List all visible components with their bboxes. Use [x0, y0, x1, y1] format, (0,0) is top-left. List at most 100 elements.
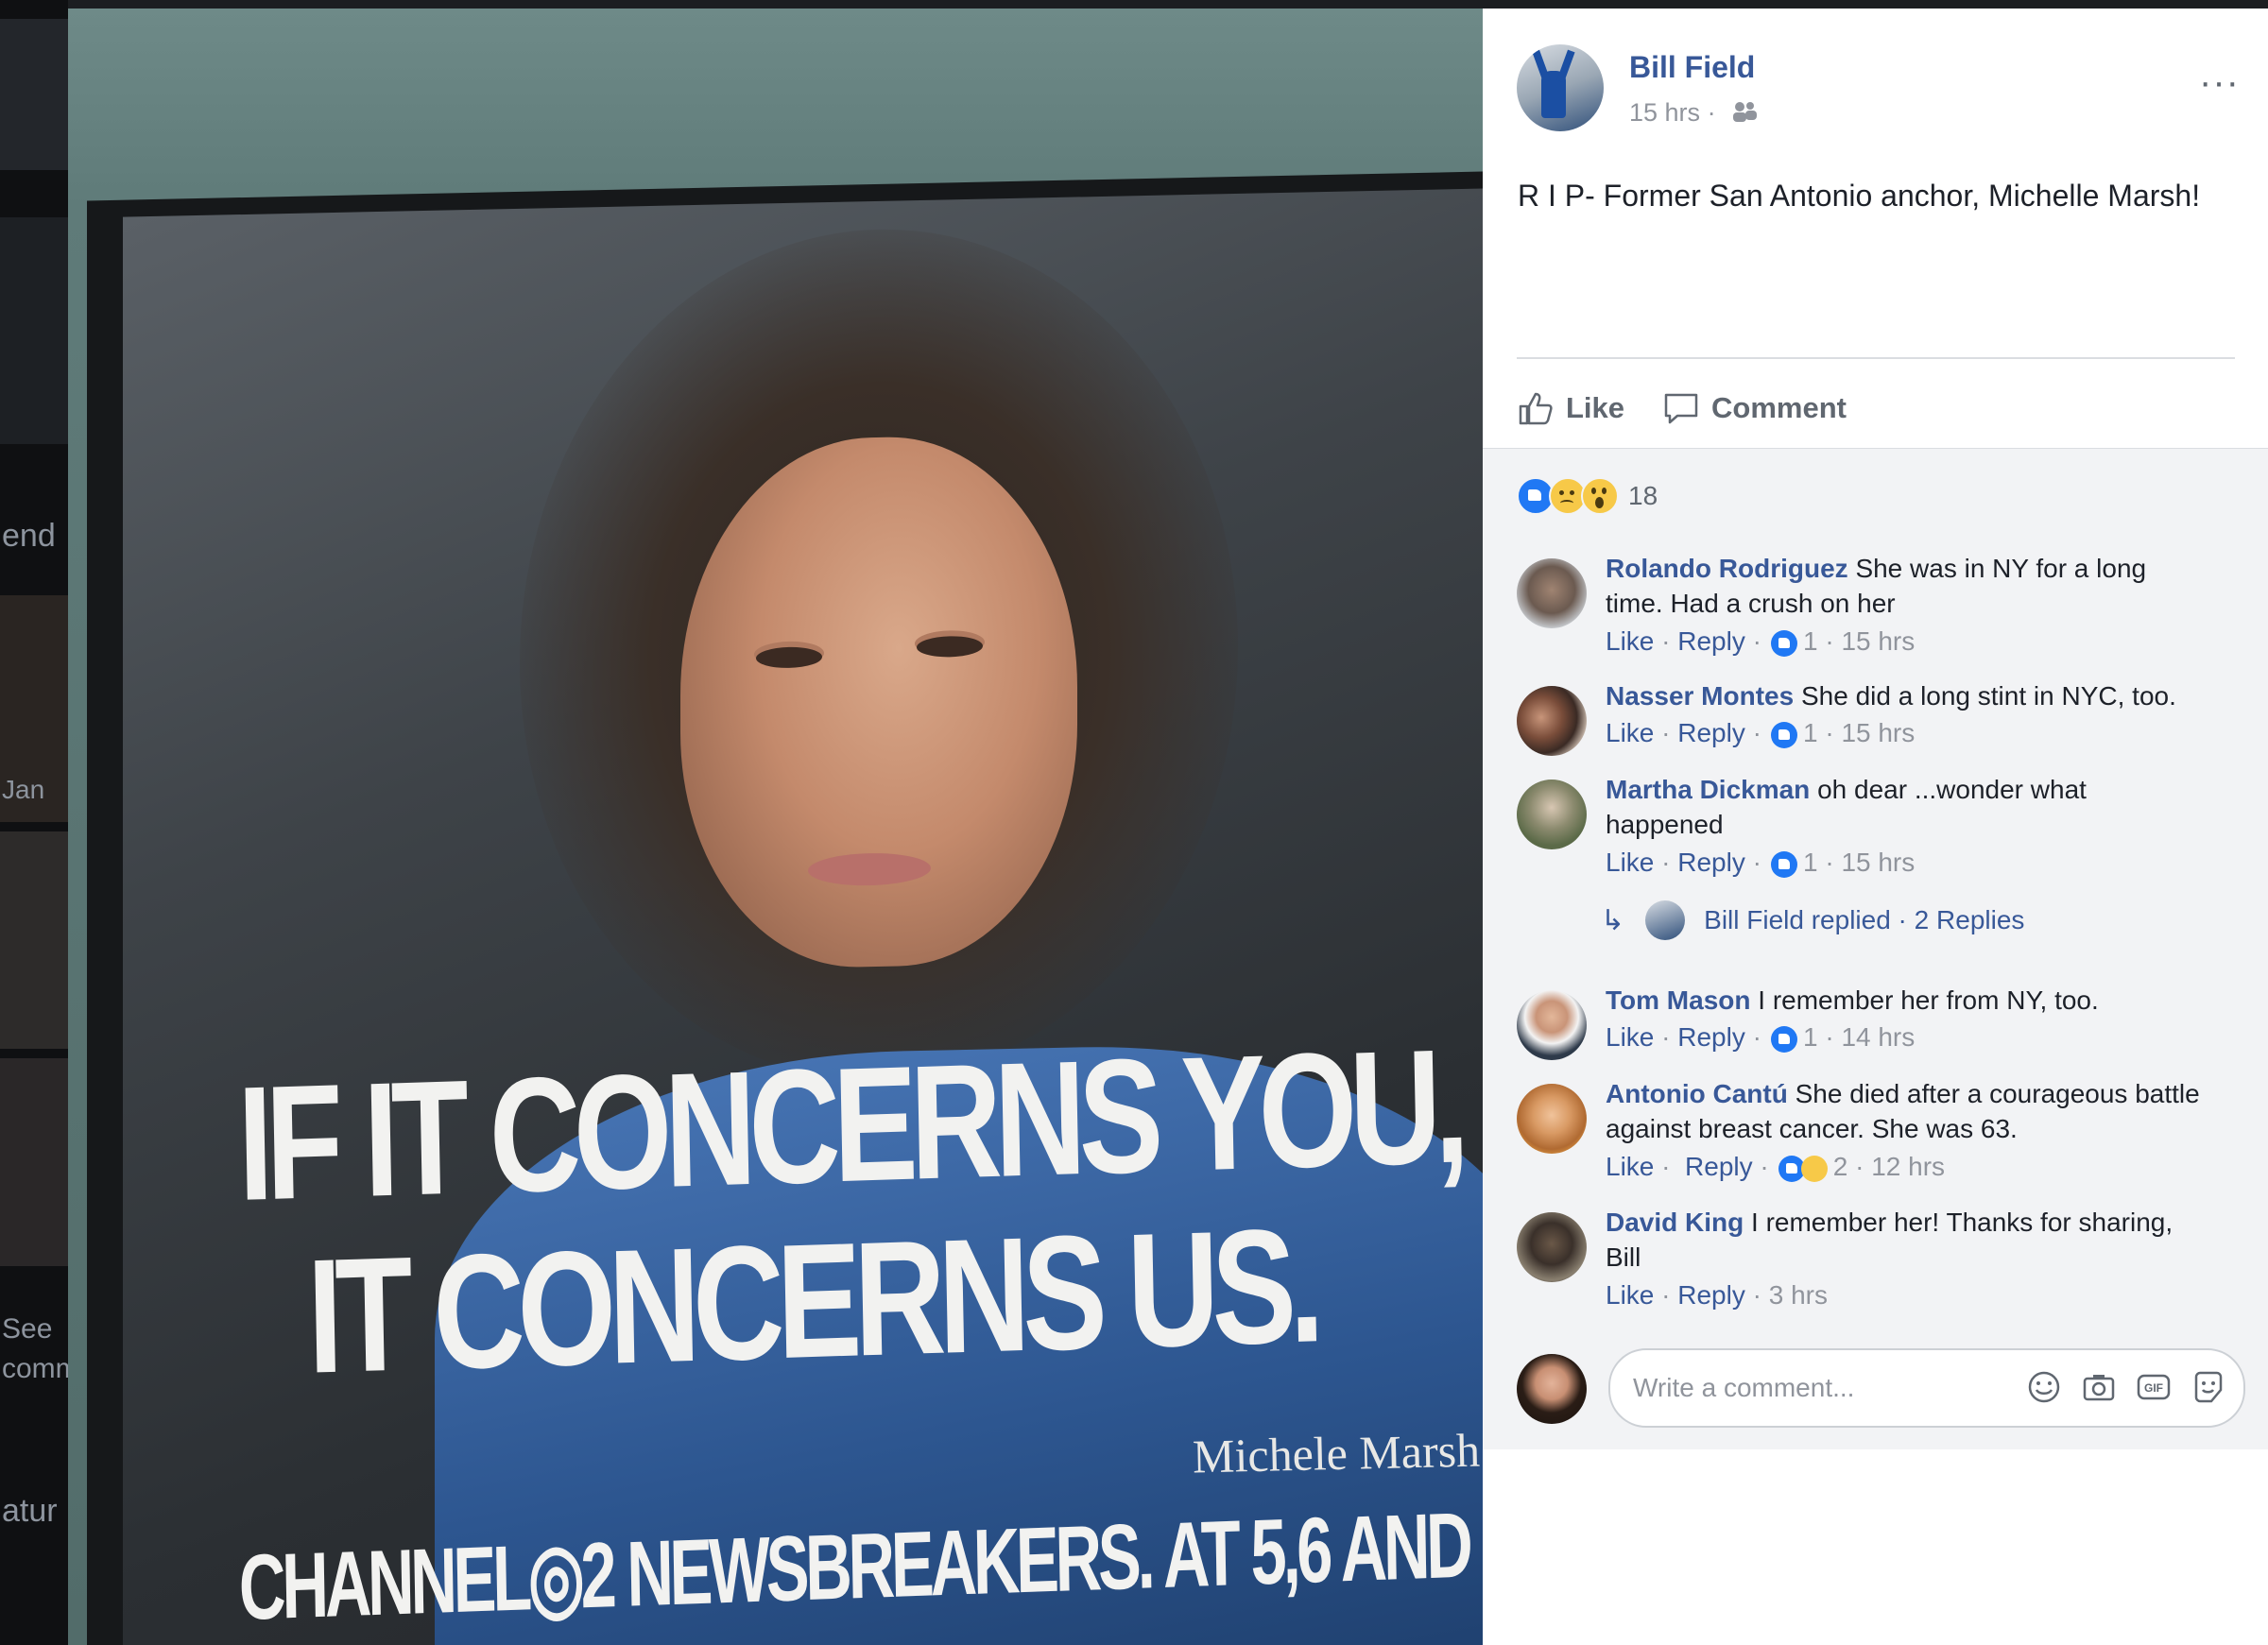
background-page-strip: end Jan See comm atur — [0, 0, 68, 1645]
comment-time[interactable]: 3 hrs — [1769, 1280, 1828, 1311]
post-header: Bill Field 15 hrs · ··· R I P- Former Sa… — [1483, 9, 2268, 448]
background-text-fragment: Jan — [2, 775, 45, 804]
background-text-fragment: comm — [2, 1353, 68, 1384]
comment-body: Tom Mason I remember her from NY, too. — [1606, 983, 2210, 1018]
comment-like-link[interactable]: Like — [1606, 1152, 1654, 1182]
friends-audience-icon[interactable] — [1730, 99, 1759, 124]
background-tile — [0, 1058, 68, 1266]
comment-time[interactable]: 15 hrs — [1841, 626, 1915, 657]
comment-reply-link[interactable]: Reply — [1677, 1280, 1745, 1311]
comment-actions: Like · Reply · 3 hrs — [1606, 1280, 1828, 1311]
background-tile — [0, 19, 68, 170]
comment-time[interactable]: 12 hrs — [1871, 1152, 1945, 1182]
comment-like-count[interactable]: 2 — [1833, 1152, 1848, 1182]
commenter-avatar[interactable] — [1517, 780, 1587, 849]
background-text-fragment: atur — [2, 1493, 58, 1529]
comment-input-box[interactable]: GIF — [1608, 1348, 2245, 1428]
comment-actions: Like · Reply · 1 · 15 hrs — [1606, 718, 1916, 748]
view-replies-link[interactable]: ↳ Bill Field replied · 2 Replies — [1601, 900, 2024, 940]
like-badge-icon — [1770, 630, 1797, 657]
poster-signature: Michele Marsh — [1192, 1423, 1481, 1483]
background-text-fragment: end — [2, 518, 56, 554]
comment-time[interactable]: 15 hrs — [1841, 848, 1915, 878]
comment-body: Antonio Cantú She died after a courageou… — [1606, 1076, 2210, 1146]
comment-actions: Like · Reply · 1 · 14 hrs — [1606, 1022, 1916, 1053]
post-photo[interactable]: IF IT CONCERNS YOU, IT CONCERNS US. Mich… — [68, 9, 1483, 1645]
sticker-icon[interactable] — [2191, 1369, 2226, 1405]
emoji-icon[interactable] — [2026, 1369, 2062, 1405]
more-options-button[interactable]: ··· — [2199, 63, 2240, 101]
commenter-name-link[interactable]: Tom Mason — [1606, 985, 1750, 1015]
comment-body: Rolando Rodriguez She was in NY for a lo… — [1606, 551, 2210, 621]
panel-blank-area — [1483, 1449, 2268, 1645]
background-tile — [0, 831, 68, 1049]
avatar-arm — [1556, 49, 1575, 83]
comment-text: I remember her from NY, too. — [1758, 985, 2099, 1015]
thumbs-up-icon — [1519, 392, 1553, 425]
current-user-avatar — [1517, 1354, 1587, 1424]
comment-time[interactable]: 15 hrs — [1841, 718, 1915, 748]
comment-like-count[interactable]: 1 — [1803, 848, 1818, 878]
camera-icon[interactable] — [2081, 1369, 2117, 1405]
comment-like-link[interactable]: Like — [1606, 848, 1654, 878]
comment-body: Martha Dickman oh dear ...wonder what ha… — [1606, 772, 2135, 842]
comment-time[interactable]: 14 hrs — [1841, 1022, 1915, 1053]
comment-button[interactable]: Comment — [1662, 385, 1847, 432]
author-name-link[interactable]: Bill Field — [1629, 50, 1755, 85]
comment-reply-link[interactable]: Reply — [1685, 1152, 1753, 1182]
comment-like-link[interactable]: Like — [1606, 718, 1654, 748]
wow-reaction-icon — [1581, 477, 1619, 515]
like-badge-icon — [1770, 1026, 1797, 1053]
comment-actions: Like · Reply · 1 · 15 hrs — [1606, 848, 1916, 878]
commenter-name-link[interactable]: David King — [1606, 1208, 1744, 1237]
comment-like-link[interactable]: Like — [1606, 1022, 1654, 1053]
comment-like-count[interactable]: 1 — [1803, 718, 1818, 748]
reply-count: 2 Replies — [1914, 905, 2025, 934]
poster-face — [680, 433, 1077, 971]
comment-reply-link[interactable]: Reply — [1677, 1022, 1745, 1053]
commenter-avatar[interactable] — [1517, 1212, 1587, 1282]
reply-arrow-icon: ↳ — [1601, 904, 1625, 936]
comment-like-link[interactable]: Like — [1606, 626, 1654, 657]
commenter-name-link[interactable]: Antonio Cantú — [1606, 1079, 1788, 1108]
comment-icon — [1664, 393, 1698, 424]
comment-composer: GIF — [1483, 1331, 2268, 1445]
comment-input[interactable] — [1631, 1369, 1994, 1407]
comment-like-link[interactable]: Like — [1606, 1280, 1654, 1311]
comment-body: David King I remember her! Thanks for sh… — [1606, 1205, 2210, 1275]
reactions-summary[interactable]: 18 — [1517, 477, 1658, 515]
commenter-avatar[interactable] — [1517, 558, 1587, 628]
author-avatar[interactable] — [1517, 44, 1604, 131]
meta-separator: · — [1707, 98, 1716, 127]
comment-like-count[interactable]: 1 — [1803, 626, 1818, 657]
comment-reply-link[interactable]: Reply — [1677, 626, 1745, 657]
post-time-text: 15 hrs — [1629, 98, 1701, 127]
post-timestamp[interactable]: 15 hrs · — [1629, 98, 1716, 128]
comment-reply-link[interactable]: Reply — [1677, 718, 1745, 748]
commenter-avatar[interactable] — [1517, 686, 1587, 756]
commenter-avatar[interactable] — [1517, 1084, 1587, 1154]
like-button[interactable]: Like — [1517, 385, 1624, 432]
commenter-name-link[interactable]: Nasser Montes — [1606, 681, 1794, 711]
commenter-name-link[interactable]: Rolando Rodriguez — [1606, 554, 1848, 583]
reply-author-avatar — [1645, 900, 1686, 940]
svg-text:GIF: GIF — [2144, 1381, 2163, 1395]
poster-frame — [87, 171, 1483, 1645]
poster-slogan-line: IT CONCERNS US. — [305, 1194, 1319, 1408]
commenter-name-link[interactable]: Martha Dickman — [1606, 775, 1810, 804]
reaction-count: 18 — [1628, 481, 1658, 510]
post-text: R I P- Former San Antonio anchor, Michel… — [1518, 179, 2201, 213]
comment-actions: Like · Reply · 2 · 12 hrs — [1606, 1152, 1946, 1182]
sad-badge-icon — [1800, 1156, 1828, 1182]
like-button-label: Like — [1566, 391, 1625, 424]
comment-like-count[interactable]: 1 — [1803, 1022, 1818, 1053]
commenter-avatar[interactable] — [1517, 990, 1587, 1060]
gif-icon[interactable]: GIF — [2136, 1369, 2172, 1405]
background-text-fragment: See — [2, 1313, 53, 1345]
like-badge-icon — [1770, 851, 1797, 878]
poster-slogan: IF IT CONCERNS YOU, IT CONCERNS US. — [236, 1015, 1464, 1408]
comment-actions: Like · Reply · 1 · 15 hrs — [1606, 626, 1916, 657]
comment-reply-link[interactable]: Reply — [1677, 848, 1745, 878]
comment-body: Nasser Montes She did a long stint in NY… — [1606, 678, 2210, 713]
divider — [1517, 357, 2235, 359]
